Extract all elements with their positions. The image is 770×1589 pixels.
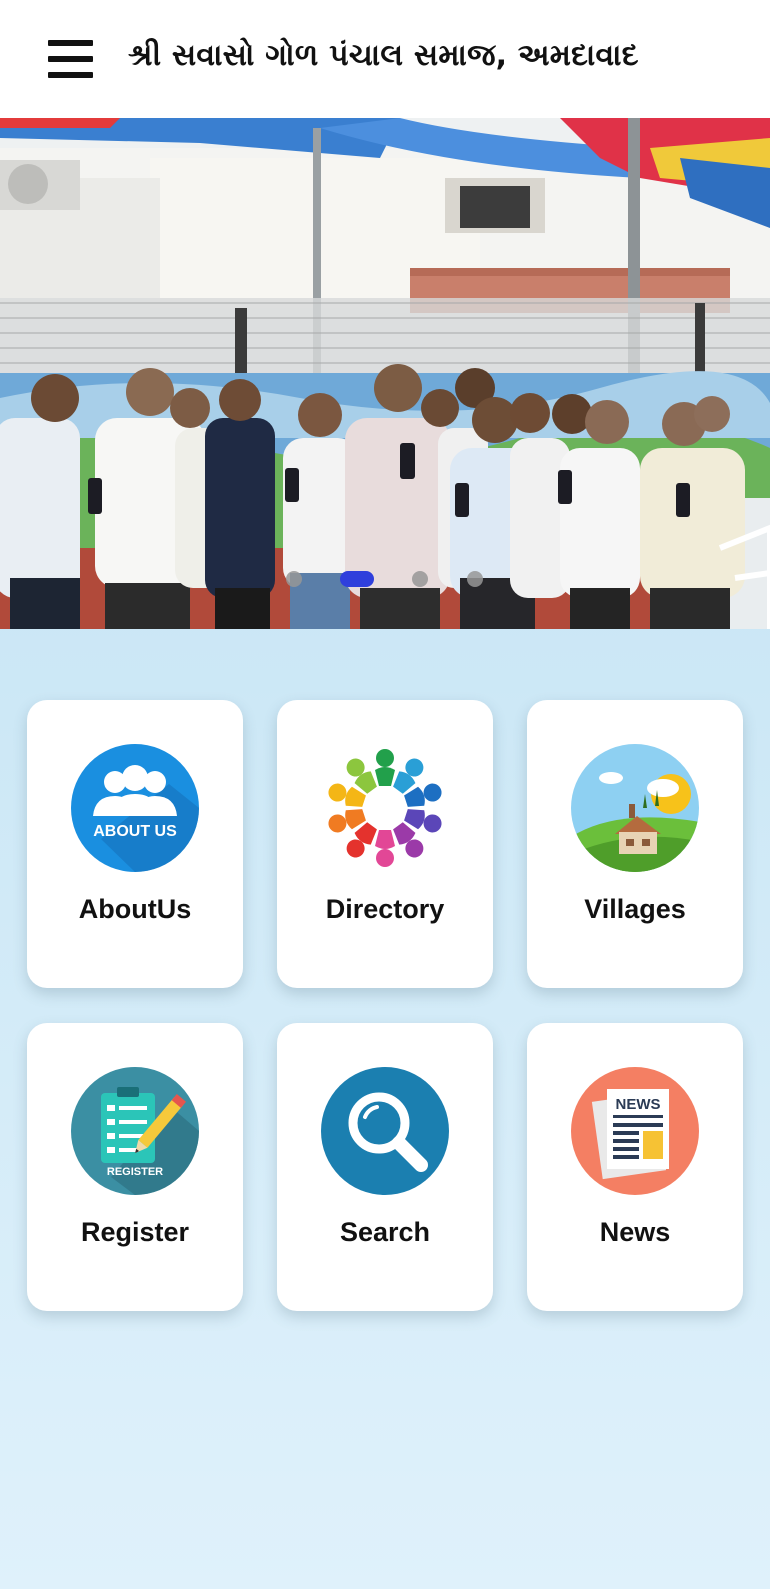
about-us-icon: ABOUT US (71, 744, 199, 872)
register-tile[interactable]: REGISTER Register (27, 1023, 243, 1311)
newspaper-icon: NEWS (571, 1067, 699, 1195)
about-us-icon-text: ABOUT US (93, 823, 177, 840)
villages-tile[interactable]: Villages (527, 700, 743, 988)
search-tile[interactable]: Search (277, 1023, 493, 1311)
search-magnifier-icon (321, 1067, 449, 1195)
directory-label: Directory (325, 894, 445, 924)
about-us-label: AboutUs (78, 894, 192, 924)
app-bar: શ્રી સવાસો ગોળ પંચાલ સમાજ, અમદાવાદ (0, 0, 770, 118)
villages-label: Villages (584, 894, 686, 924)
carousel-dot-1[interactable] (286, 571, 302, 587)
banner-carousel[interactable] (0, 118, 770, 629)
hamburger-menu-icon[interactable] (48, 40, 93, 78)
carousel-dot-2-active[interactable] (340, 571, 374, 587)
about-us-tile[interactable]: ABOUT US AboutUs (27, 700, 243, 988)
page-title: શ્રી સવાસો ગોળ પંચાલ સમાજ, અમદાવાદ (128, 38, 639, 73)
news-label: News (599, 1217, 671, 1247)
village-landscape-icon (571, 744, 699, 872)
register-clipboard-icon: REGISTER (71, 1067, 199, 1195)
carousel-dot-3[interactable] (412, 571, 428, 587)
directory-people-circle-icon (321, 744, 449, 872)
directory-tile[interactable]: Directory (277, 700, 493, 988)
banner-photo (0, 118, 770, 629)
news-tile[interactable]: NEWS News (527, 1023, 743, 1311)
carousel-dot-4[interactable] (467, 571, 483, 587)
news-icon-text: NEWS (616, 1096, 661, 1113)
register-icon-text: REGISTER (107, 1166, 163, 1178)
register-label: Register (80, 1217, 190, 1247)
search-label: Search (339, 1217, 431, 1247)
